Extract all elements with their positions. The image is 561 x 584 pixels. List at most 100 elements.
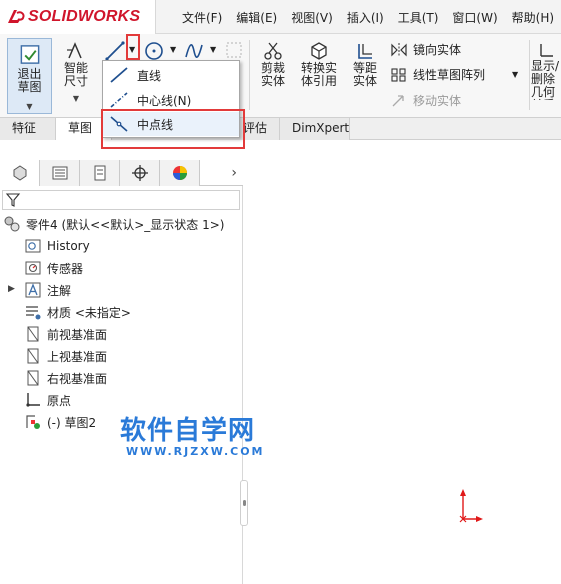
tab-dimxpert-manager[interactable] — [120, 160, 160, 186]
tab-feature-tree[interactable] — [0, 160, 40, 186]
line-icon — [110, 67, 128, 83]
rectangle-tool-icon[interactable] — [224, 40, 244, 60]
tree-item-label: 右视基准面 — [47, 371, 108, 386]
smart-dimension-icon — [67, 42, 82, 59]
highlight-box-midpoint-line — [101, 109, 245, 149]
menu-item-line-label: 直线 — [137, 68, 162, 83]
tab-display-manager[interactable] — [160, 160, 200, 186]
configuration-manager-icon — [94, 165, 105, 181]
menu-item-centerline-label: 中心线(N) — [137, 93, 192, 108]
origin-icon — [26, 393, 40, 407]
tree-item-label: History — [47, 239, 90, 253]
command-manager-ribbon: 退出草图 ▼ 智能尺寸 ▼ ▼ ▼ ▼ 剪裁实体 转换实体引用 等距实体 镜向实… — [0, 34, 561, 118]
part-name-label: 零件4 (默认<<默认>_显示状态 1>) — [26, 217, 225, 232]
watermark-main-text: 软件自学网 — [120, 416, 256, 446]
smart-dimension-button[interactable]: 智能尺寸 ▼ — [55, 40, 97, 105]
ribbon-separator — [249, 40, 250, 110]
line-tool-icon[interactable] — [104, 40, 126, 62]
exit-sketch-button[interactable]: 退出草图 ▼ — [7, 38, 52, 114]
splitter-grip — [243, 500, 246, 506]
tree-item-sensors[interactable]: 传感器 — [24, 258, 83, 278]
menu-help[interactable]: 帮助(H) — [505, 9, 561, 26]
convert-entities-icon — [311, 42, 327, 60]
watermark: 软件自学网 WWW.RJZXW.COM — [120, 410, 265, 458]
tab-features[interactable]: 特征 — [0, 118, 56, 140]
centerline-icon — [110, 92, 128, 108]
expand-arrow-icon[interactable]: ▶ — [8, 284, 15, 294]
tree-item-history[interactable]: History — [24, 236, 90, 256]
spline-dropdown-arrow[interactable]: ▼ — [210, 45, 216, 54]
solidworks-window: SOLIDWORKS 文件(F) 编辑(E) 视图(V) 插入(I) 工具(T)… — [0, 0, 561, 584]
filter-icon — [5, 193, 21, 207]
tree-item-annotations[interactable]: 注解 — [24, 280, 71, 300]
linear-pattern-icon — [391, 67, 406, 82]
mirror-entities-label: 镜向实体 — [413, 43, 462, 57]
watermark-url-text: WWW.RJZXW.COM — [126, 445, 265, 458]
chevron-right-icon[interactable]: › — [200, 160, 243, 185]
tree-item-material[interactable]: 材质 <未指定> — [24, 302, 131, 322]
menu-insert[interactable]: 插入(I) — [340, 9, 391, 26]
tree-item-part[interactable]: 零件4 (默认<<默认>_显示状态 1>) — [3, 214, 224, 234]
sketch-origin-icon — [459, 489, 483, 523]
offset-entities-button[interactable]: 等距实体 — [345, 40, 385, 88]
tree-item-top-plane[interactable]: 上视基准面 — [24, 346, 107, 366]
tree-item-label: 注解 — [47, 283, 72, 298]
filter-bar[interactable] — [2, 190, 240, 210]
mirror-entities-button[interactable]: 镜向实体 — [390, 41, 461, 58]
tree-item-origin[interactable]: 原点 — [24, 390, 71, 410]
solidworks-logo[interactable]: SOLIDWORKS — [0, 0, 156, 34]
offset-entities-icon — [358, 44, 372, 59]
move-icon — [392, 94, 404, 106]
annotation-icon — [25, 282, 41, 298]
panel-splitter-handle[interactable] — [240, 480, 248, 526]
linear-pattern-label: 线性草图阵列 — [413, 68, 486, 82]
tree-item-label: 材质 <未指定> — [47, 305, 131, 320]
history-icon — [25, 239, 41, 253]
show-delete-relations-button[interactable]: 显示/删除几何关系 — [531, 40, 561, 100]
exit-sketch-label: 退出草图 — [17, 67, 42, 94]
convert-entities-button[interactable]: 转换实体引用 — [297, 40, 341, 88]
move-entities-label: 移动实体 — [413, 94, 462, 108]
tree-item-label: 前视基准面 — [47, 327, 108, 342]
trim-entities-button[interactable]: 剪裁实体 — [253, 40, 293, 88]
tab-property-manager[interactable] — [40, 160, 80, 186]
sketch-icon — [26, 415, 40, 429]
ribbon-separator — [529, 40, 530, 110]
tree-item-sketch2[interactable]: (-) 草图2 — [24, 412, 96, 432]
linear-pattern-button[interactable]: 线性草图阵列 ▼ — [390, 66, 518, 83]
feature-manager-panel: › 零件4 (默认<<默认>_显示状态 1>) History 传感器 ▶ 注解… — [0, 160, 243, 584]
tree-item-front-plane[interactable]: 前视基准面 — [24, 324, 107, 344]
menu-edit[interactable]: 编辑(E) — [229, 9, 284, 26]
panel-tabs: › — [0, 160, 243, 186]
offset-entities-label: 等距实体 — [352, 61, 377, 88]
highlight-box-dropdown-arrow — [126, 34, 140, 60]
tree-item-label: 原点 — [47, 393, 72, 408]
tree-item-label: (-) 草图2 — [47, 415, 97, 430]
menu-view[interactable]: 视图(V) — [284, 9, 340, 26]
ds-logo-icon — [8, 10, 25, 23]
tab-configuration-manager[interactable] — [80, 160, 120, 186]
plane-icon — [27, 348, 39, 364]
title-bar: SOLIDWORKS 文件(F) 编辑(E) 视图(V) 插入(I) 工具(T)… — [0, 0, 561, 34]
menu-item-line[interactable]: 直线 — [103, 63, 239, 87]
part-icon — [4, 216, 20, 232]
menu-tools[interactable]: 工具(T) — [391, 9, 446, 26]
show-delete-relations-label: 显示/删除几何关系 — [531, 60, 560, 100]
plane-icon — [27, 326, 39, 342]
tree-item-right-plane[interactable]: 右视基准面 — [24, 368, 107, 388]
menu-file[interactable]: 文件(F) — [175, 9, 229, 26]
sensor-icon — [25, 261, 41, 275]
menu-bar: 文件(F) 编辑(E) 视图(V) 插入(I) 工具(T) 窗口(W) 帮助(H… — [175, 0, 561, 34]
chevron-down-icon[interactable]: ▼ — [512, 70, 518, 79]
spline-tool-icon[interactable] — [183, 40, 205, 62]
command-tabs: 特征 草图 评估 DimXpert — [0, 118, 561, 140]
tab-dimxpert[interactable]: DimXpert — [280, 118, 350, 140]
display-manager-icon — [172, 166, 187, 180]
circle-tool-icon[interactable] — [143, 40, 165, 62]
exit-sketch-icon — [20, 45, 39, 64]
logo-text: SOLIDWORKS — [28, 8, 141, 25]
circle-dropdown-arrow[interactable]: ▼ — [170, 45, 176, 54]
material-icon — [26, 306, 41, 320]
menu-window[interactable]: 窗口(W) — [445, 9, 504, 26]
tree-item-label: 传感器 — [47, 261, 84, 276]
